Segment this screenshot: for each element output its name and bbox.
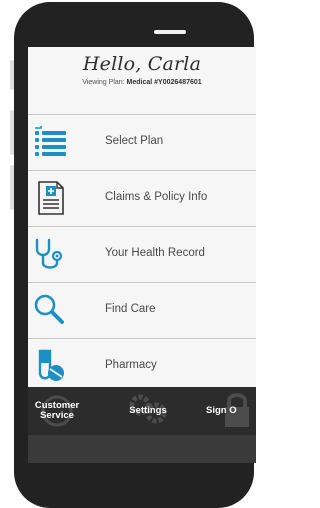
document-plus-icon	[38, 181, 64, 215]
app-screen: Hello, Carla Viewing Plan: Medical #Y002…	[28, 47, 256, 463]
menu-item-health-record[interactable]: Your Health Record	[28, 227, 256, 283]
list-icon	[35, 126, 66, 156]
viewing-plan-prefix: Viewing Plan:	[82, 79, 127, 86]
menu-item-label: Pharmacy	[105, 359, 157, 371]
tab-label: Sign O	[206, 405, 237, 416]
tab-settings[interactable]: Settings	[118, 387, 178, 435]
greeting-title: Hello, Carla	[82, 53, 202, 75]
tab-label: Customer Service	[34, 400, 80, 421]
menu-item-label: Claims & Policy Info	[105, 191, 208, 203]
menu-item-find-care[interactable]: Find Care	[28, 283, 256, 339]
greeting-header: Hello, Carla Viewing Plan: Medical #Y002…	[28, 53, 256, 86]
phone-speaker	[154, 30, 186, 34]
phone-side-button	[10, 165, 14, 210]
menu-item-select-plan[interactable]: Select Plan	[28, 115, 256, 171]
tab-customer-service[interactable]: Customer Service	[32, 387, 82, 435]
menu-item-label: Select Plan	[105, 135, 164, 147]
stethoscope-icon	[35, 238, 63, 269]
menu-item-label: Your Health Record	[105, 247, 205, 259]
phone-side-button	[10, 110, 14, 155]
menu-item-label: Find Care	[105, 303, 156, 315]
viewing-plan-line: Viewing Plan: Medical #Y0026487601	[28, 79, 256, 86]
pill-icon	[38, 349, 64, 381]
footer-strip	[28, 435, 256, 463]
tab-label: Settings	[129, 405, 167, 416]
magnifier-icon	[34, 294, 64, 324]
phone-side-button	[10, 60, 14, 90]
tab-sign-out[interactable]: Sign O	[192, 387, 256, 435]
viewing-plan-name: Medical #Y0026487601	[126, 79, 202, 86]
menu-item-claims-policy[interactable]: Claims & Policy Info	[28, 171, 256, 227]
main-menu: Select Plan Claims & Policy Info Your He…	[28, 114, 256, 395]
bottom-tab-bar: Customer Service Settings Sign O	[28, 387, 256, 435]
